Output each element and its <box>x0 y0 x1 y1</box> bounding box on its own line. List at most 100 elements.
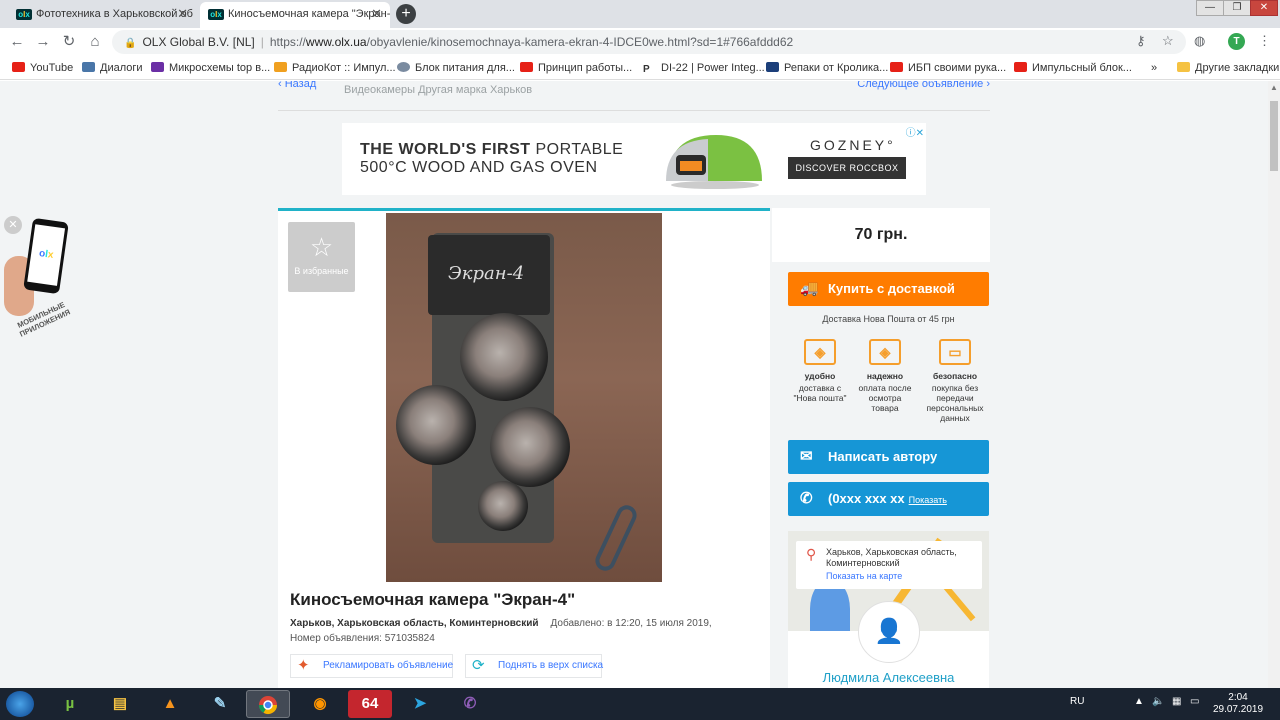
bookmarks-overflow-button[interactable]: » <box>1151 60 1157 76</box>
bookmark-microchips[interactable]: Микросхемы top в... <box>151 60 270 76</box>
bookmark-ups[interactable]: ИБП своими рука... <box>890 60 1006 76</box>
tab-close-icon[interactable]: ✕ <box>371 2 382 26</box>
lock-icon: 🔒 <box>124 38 137 49</box>
listing-added: Добавлено: в 12:20, 15 июля 2019, <box>550 618 712 629</box>
map-location-popup: ⚲ Харьков, Харьковская область, Коминтер… <box>796 541 982 589</box>
favorite-button[interactable]: ☆ В избранные <box>288 222 355 292</box>
minimize-button[interactable]: — <box>1196 0 1224 16</box>
bookmark-power-supply[interactable]: Блок питания для... <box>397 60 515 76</box>
buy-with-delivery-button[interactable]: 🚚 Купить с доставкой <box>788 272 989 306</box>
home-icon[interactable]: ⌂ <box>86 33 104 51</box>
start-button[interactable] <box>6 691 34 717</box>
adchoices-icon[interactable]: ⓘ✕ <box>906 124 924 139</box>
page-content: ‹ Назад Видеокамеры Другая марка Харьков… <box>0 81 1268 688</box>
profile-avatar[interactable]: T <box>1228 33 1245 50</box>
olx-favicon-icon: olx <box>16 9 32 20</box>
promote-listing-button[interactable]: ✦ Рекламировать объявление <box>290 654 453 678</box>
bookmark-youtube[interactable]: YouTube <box>12 60 73 76</box>
ad-cta-button[interactable]: DISCOVER ROCCBOX <box>788 157 906 179</box>
tab-close-icon[interactable]: ✕ <box>177 2 188 26</box>
show-on-map-link[interactable]: Показать на карте <box>826 571 976 582</box>
phone-image: olx <box>23 217 69 295</box>
olx-favicon-icon: olx <box>208 9 224 20</box>
price: 70 грн. <box>854 226 908 243</box>
re-icon <box>766 62 779 72</box>
scroll-up-icon[interactable]: ▲ <box>1270 83 1278 92</box>
forward-arrow-icon[interactable]: → <box>34 33 52 51</box>
system-clock[interactable]: 2:04 29.07.2019 <box>1208 692 1268 716</box>
tray-expand-icon[interactable]: ▲ <box>1134 696 1144 707</box>
menu-dots-icon[interactable]: ⋮ <box>1258 33 1271 49</box>
notification-icon[interactable]: ▭ <box>1190 696 1199 707</box>
address-separator: | <box>260 35 264 49</box>
listing-photo[interactable]: Экран-4 <box>386 213 662 582</box>
gozney-ad-banner[interactable]: THE WORLD'S FIRST PORTABLE 500°C WOOD AN… <box>342 123 926 195</box>
back-arrow-icon[interactable]: ← <box>8 33 26 51</box>
bookmark-pulse-block[interactable]: Импульсный блок... <box>1014 60 1132 76</box>
breadcrumb-path[interactable]: Видеокамеры Другая марка Харьков <box>344 81 532 99</box>
network-icon[interactable]: ▦ <box>1172 696 1181 707</box>
back-link[interactable]: ‹ Назад <box>278 81 316 93</box>
avast-icon[interactable]: ▲ <box>148 690 192 718</box>
breadcrumb: ‹ Назад Видеокамеры Другая марка Харьков… <box>278 81 990 111</box>
bookmarks-bar: YouTube Диалоги Микросхемы top в... Ради… <box>0 56 1280 80</box>
mobile-app-promo[interactable]: olx ✕ МОБИЛЬНЫЕ ПРИЛОЖЕНИЯ <box>4 216 78 346</box>
box-check-icon: ◈ <box>869 339 901 365</box>
language-indicator[interactable]: RU <box>1070 696 1084 707</box>
explorer-icon[interactable]: ▤ <box>98 690 142 718</box>
listing-title: Киносъемочная камера "Экран-4" <box>290 590 576 609</box>
tab-camera-listing[interactable]: olx Киносъемочная камера "Экран- ✕ <box>200 2 390 28</box>
vk-icon <box>82 62 95 72</box>
tab-title: Фототехника в Харьковской об <box>36 8 193 20</box>
youtube-icon <box>12 62 25 72</box>
firefox-icon[interactable]: ◉ <box>298 690 342 718</box>
tab-title: Киносъемочная камера "Экран- <box>228 8 390 20</box>
extension-globe-icon[interactable]: ◍ <box>1194 33 1205 49</box>
scrollbar-thumb[interactable] <box>1270 101 1278 171</box>
camera-lens <box>460 313 548 401</box>
close-promo-icon[interactable]: ✕ <box>4 216 22 234</box>
raise-listing-button[interactable]: ⟳ Поднять в верх списка <box>465 654 603 678</box>
bookmark-principle[interactable]: Принцип работы... <box>520 60 632 76</box>
benefit-convenient: ◈ удобно доставка с "Нова пошта" <box>790 339 850 403</box>
tab-photo-equipment[interactable]: olx Фототехника в Харьковской об ✕ <box>8 2 196 28</box>
camera-viewfinder <box>478 481 528 531</box>
bookmark-star-icon[interactable]: ☆ <box>1162 33 1174 49</box>
address-bar[interactable]: 🔒 OLX Global B.V. [NL] | https://www.olx.ua… <box>112 30 1186 54</box>
card-icon: ▭ <box>939 339 971 365</box>
youtube-icon <box>520 62 533 72</box>
new-tab-button[interactable]: + <box>396 4 416 24</box>
bookmark-repacks[interactable]: Репаки от Кролика... <box>766 60 888 76</box>
close-window-button[interactable]: ✕ <box>1250 0 1278 16</box>
maximize-button[interactable]: ❐ <box>1223 0 1251 16</box>
volume-icon[interactable]: 🔈 <box>1152 696 1164 707</box>
bookmark-radiokot[interactable]: РадиоКот :: Импул... <box>274 60 396 76</box>
utorrent-icon[interactable]: µ <box>48 690 92 718</box>
map-pin-icon: ⚲ <box>806 546 817 562</box>
user-avatar-icon[interactable]: 👤 <box>858 601 920 663</box>
message-author-button[interactable]: ✉ Написать автору <box>788 440 989 474</box>
benefit-reliable: ◈ надежно оплата после осмотра товара <box>855 339 915 413</box>
paint-icon[interactable]: ✎ <box>198 690 242 718</box>
bookmark-dialogs[interactable]: Диалоги <box>82 60 143 76</box>
page-scrollbar[interactable]: ▲ <box>1268 81 1280 688</box>
price-box: 70 грн. <box>772 208 990 262</box>
bookmark-di22[interactable]: P DI-22 | Power Integ... <box>643 60 765 76</box>
camera-lens <box>396 385 476 465</box>
telegram-icon[interactable]: ➤ <box>398 690 442 718</box>
reload-icon[interactable]: ↻ <box>60 33 78 51</box>
radiokot-icon <box>274 62 287 72</box>
show-phone-link[interactable]: Показать <box>909 495 947 505</box>
camera-strap <box>592 502 640 574</box>
seller-name[interactable]: Людмила Алексеевна <box>788 670 989 685</box>
app-64-icon[interactable]: 64 <box>348 690 392 718</box>
chrome-icon[interactable] <box>246 690 290 718</box>
folder-icon <box>1177 62 1190 72</box>
key-icon[interactable]: ⚷ <box>1136 33 1146 49</box>
other-bookmarks-folder[interactable]: Другие закладки <box>1177 60 1279 76</box>
ad-brand: GOZNEY° <box>810 137 896 153</box>
box-location-icon: ◈ <box>804 339 836 365</box>
phone-button[interactable]: ✆ (0xxx xxx xx Показать <box>788 482 989 516</box>
next-listing-link[interactable]: Следующее объявление › <box>857 81 990 93</box>
viber-icon[interactable]: ✆ <box>448 690 492 718</box>
